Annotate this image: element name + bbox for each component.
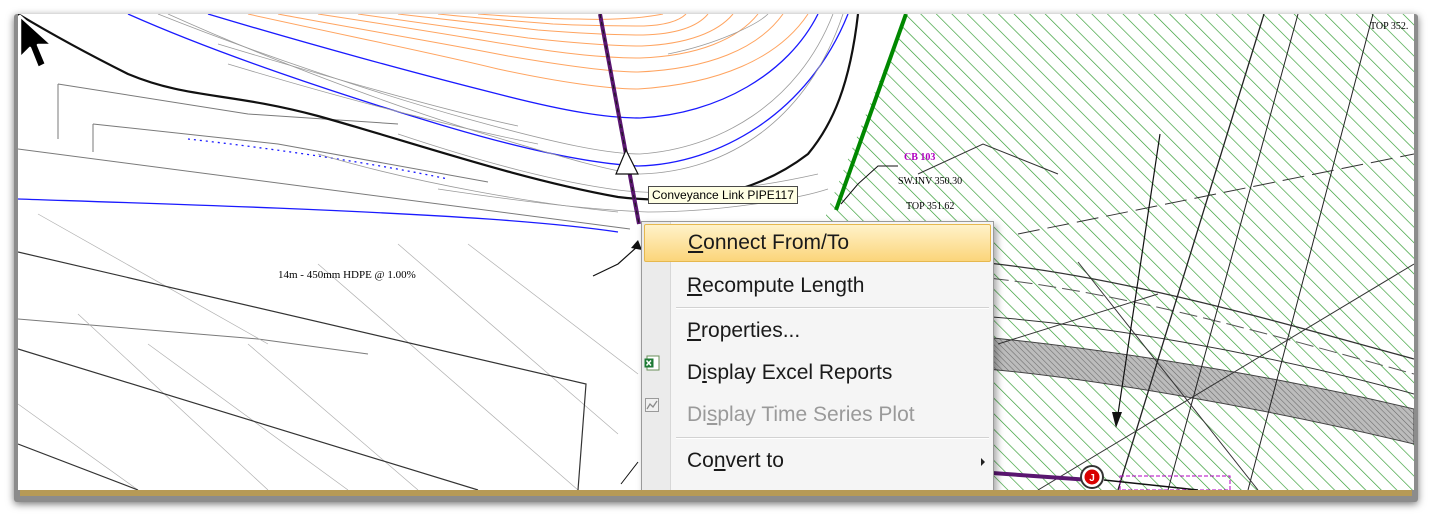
corner-elevation-label: TOP 352. [1370,21,1408,32]
menu-item-label: Display Time Series Plot [687,403,915,426]
menu-item-label: Display Excel Reports [687,361,893,384]
excel-icon [644,355,660,371]
menu-item-label: Convert to [687,449,784,472]
context-menu[interactable]: Connect From/To Recompute Length Propert… [641,221,994,490]
menu-item-display-excel-reports[interactable]: Display Excel Reports [644,355,991,391]
menu-item-label: Recompute Length [687,274,865,297]
submenu-arrow-icon [981,458,985,466]
menu-separator [676,307,989,309]
mouse-cursor-icon [18,14,54,70]
drawing-canvas[interactable]: J 14m - 450mm HDPE @ 1.00% CB 103 SW.INV… [18,14,1414,490]
menu-item-recompute-length[interactable]: Recompute Length [644,268,991,304]
structure-id-label: CB 103 [904,152,935,163]
menu-separator [676,437,989,439]
menu-item-label: Properties... [687,319,801,342]
menu-item-label: Connect From/To [688,231,850,254]
junction-marker-label: J [1089,473,1095,484]
menu-item-convert-to[interactable]: Convert to [644,443,991,479]
pipe-annotation-label: 14m - 450mm HDPE @ 1.00% [278,269,416,281]
menu-item-properties[interactable]: Properties... [644,313,991,349]
time-series-plot-icon [645,398,659,412]
menu-item-connect-from-to[interactable]: Connect From/To [644,224,991,262]
link-tooltip: Conveyance Link PIPE117 [648,186,798,204]
structure-top-label: TOP 351.62 [906,201,954,212]
structure-invert-label: SW.INV 350.30 [898,176,962,187]
menu-item-display-time-series-plot: Display Time Series Plot [644,397,991,433]
